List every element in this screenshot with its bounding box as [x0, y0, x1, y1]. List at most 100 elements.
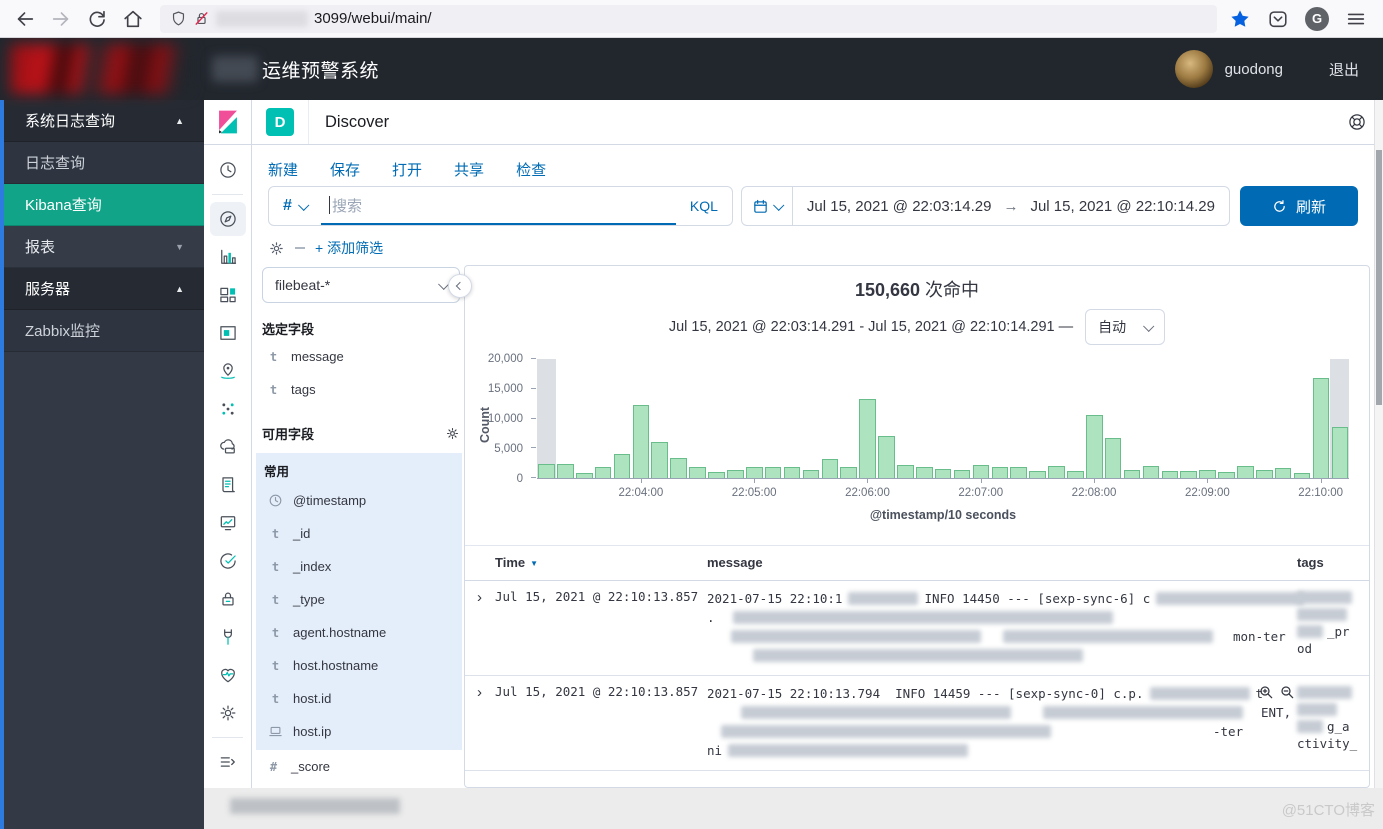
sidebar-item-系统日志查询[interactable]: 系统日志查询▲ — [0, 100, 204, 142]
histogram-bar-slot[interactable] — [801, 359, 820, 478]
histogram-bar[interactable] — [784, 467, 801, 478]
histogram-bar-slot[interactable] — [1330, 359, 1349, 478]
histogram-bar[interactable] — [897, 465, 914, 478]
histogram-bar-slot[interactable] — [1236, 359, 1255, 478]
kql-toggle[interactable]: KQL — [676, 187, 732, 225]
bookmark-star-icon[interactable] — [1229, 8, 1251, 30]
expand-row-icon[interactable]: › — [465, 589, 495, 665]
reload-icon[interactable] — [86, 8, 108, 30]
histogram-bar[interactable] — [614, 454, 631, 478]
back-icon[interactable] — [14, 8, 36, 30]
histogram-bar-slot[interactable] — [896, 359, 915, 478]
column-header-time[interactable]: Time▼ — [495, 555, 707, 570]
histogram-bar[interactable] — [727, 470, 744, 478]
nav-monitoring[interactable] — [204, 656, 252, 694]
histogram-bar-slot[interactable] — [783, 359, 802, 478]
field-item-tags[interactable]: ttags — [262, 373, 460, 406]
histogram-bar-slot[interactable] — [594, 359, 613, 478]
histogram-bar-slot[interactable] — [1274, 359, 1293, 478]
histogram-bar[interactable] — [840, 467, 857, 478]
histogram-bar[interactable] — [1199, 470, 1216, 478]
forward-icon[interactable] — [50, 8, 72, 30]
histogram-bar[interactable] — [803, 470, 820, 478]
histogram-bar[interactable] — [1332, 427, 1349, 478]
histogram-bar[interactable] — [1143, 466, 1160, 478]
histogram-bar[interactable] — [1180, 471, 1197, 478]
field-settings-gear-icon[interactable] — [445, 426, 460, 441]
histogram-bar-slot[interactable] — [1047, 359, 1066, 478]
nav-collapse[interactable] — [204, 743, 252, 781]
histogram-bar[interactable] — [1029, 471, 1046, 478]
histogram-bar[interactable] — [689, 467, 706, 478]
histogram-bar[interactable] — [576, 473, 593, 478]
field-item-_id[interactable]: t_id — [264, 517, 454, 550]
histogram-bar-slot[interactable] — [1142, 359, 1161, 478]
sidebar-item-Kibana查询[interactable]: Kibana查询 — [0, 184, 204, 226]
histogram-bar[interactable] — [1124, 470, 1141, 478]
histogram-bar[interactable] — [992, 467, 1009, 478]
histogram-bar[interactable] — [633, 405, 650, 478]
nav-logs[interactable] — [204, 466, 252, 504]
histogram-bar[interactable] — [708, 472, 725, 478]
user-avatar[interactable] — [1175, 50, 1213, 88]
browser-account-avatar[interactable]: G — [1305, 7, 1329, 31]
field-item-host.hostname[interactable]: thost.hostname — [264, 649, 454, 682]
histogram-bar[interactable] — [1162, 471, 1179, 478]
pocket-icon[interactable] — [1267, 8, 1289, 30]
histogram-bar-slot[interactable] — [1293, 359, 1312, 478]
histogram-bar[interactable] — [670, 458, 687, 478]
histogram-bar-slot[interactable] — [858, 359, 877, 478]
calendar-button[interactable] — [742, 187, 793, 225]
histogram-bar[interactable] — [1313, 378, 1330, 478]
menu-link-打开[interactable]: 打开 — [392, 159, 422, 180]
column-header-message[interactable]: message — [707, 555, 1297, 570]
nav-dashboard[interactable] — [204, 276, 252, 314]
page-scrollbar[interactable] — [1374, 100, 1383, 788]
histogram-bar-slot[interactable] — [1198, 359, 1217, 478]
histogram-bar[interactable] — [765, 467, 782, 478]
nav-metrics[interactable] — [204, 504, 252, 542]
histogram-bar[interactable] — [651, 442, 668, 478]
histogram-bar[interactable] — [1105, 438, 1122, 478]
histogram-bar[interactable] — [859, 399, 876, 478]
histogram-bar-slot[interactable] — [745, 359, 764, 478]
histogram-bar[interactable] — [878, 436, 895, 478]
interval-select[interactable]: 自动 — [1085, 309, 1165, 345]
field-item-@timestamp[interactable]: @timestamp — [264, 484, 454, 517]
field-item-_type[interactable]: t_type — [264, 583, 454, 616]
histogram-bar-slot[interactable] — [915, 359, 934, 478]
nav-discover[interactable] — [204, 200, 252, 238]
browser-menu-icon[interactable] — [1345, 8, 1367, 30]
histogram-bar-slot[interactable] — [556, 359, 575, 478]
url-bar[interactable]: 3099/webui/main/ — [160, 5, 1217, 33]
histogram-bar[interactable] — [1218, 472, 1235, 478]
nav-uptime[interactable] — [204, 542, 252, 580]
histogram-bar-slot[interactable] — [1066, 359, 1085, 478]
expand-row-icon[interactable]: › — [465, 684, 495, 760]
histogram-bar[interactable] — [595, 467, 612, 478]
sidebar-item-报表[interactable]: 报表▼ — [0, 226, 204, 268]
home-icon[interactable] — [122, 8, 144, 30]
nav-management[interactable] — [204, 694, 252, 732]
sidebar-item-Zabbix监控[interactable]: Zabbix监控 — [0, 310, 204, 352]
histogram-bar-slot[interactable] — [726, 359, 745, 478]
histogram-bar-slot[interactable] — [1028, 359, 1047, 478]
field-item-_score[interactable]: #_score — [262, 750, 460, 783]
histogram-bar-slot[interactable] — [971, 359, 990, 478]
histogram-bar[interactable] — [538, 464, 555, 478]
date-from[interactable]: Jul 15, 2021 @ 22:03:14.29 — [807, 198, 992, 215]
nav-maps[interactable] — [204, 352, 252, 390]
histogram-bar-slot[interactable] — [1179, 359, 1198, 478]
histogram-bar-slot[interactable] — [1123, 359, 1142, 478]
field-item-host.id[interactable]: thost.id — [264, 682, 454, 715]
histogram-bar[interactable] — [1275, 468, 1292, 478]
refresh-button[interactable]: 刷新 — [1240, 186, 1358, 226]
kibana-logo[interactable] — [204, 100, 251, 145]
scrollbar-thumb[interactable] — [1376, 150, 1382, 405]
histogram-bar[interactable] — [1010, 467, 1027, 478]
help-icon[interactable] — [1347, 112, 1367, 132]
histogram-bar[interactable] — [822, 459, 839, 478]
sidebar-item-服务器[interactable]: 服务器▲ — [0, 268, 204, 310]
field-item-host.ip[interactable]: host.ip — [264, 715, 454, 748]
menu-link-检查[interactable]: 检查 — [516, 159, 546, 180]
